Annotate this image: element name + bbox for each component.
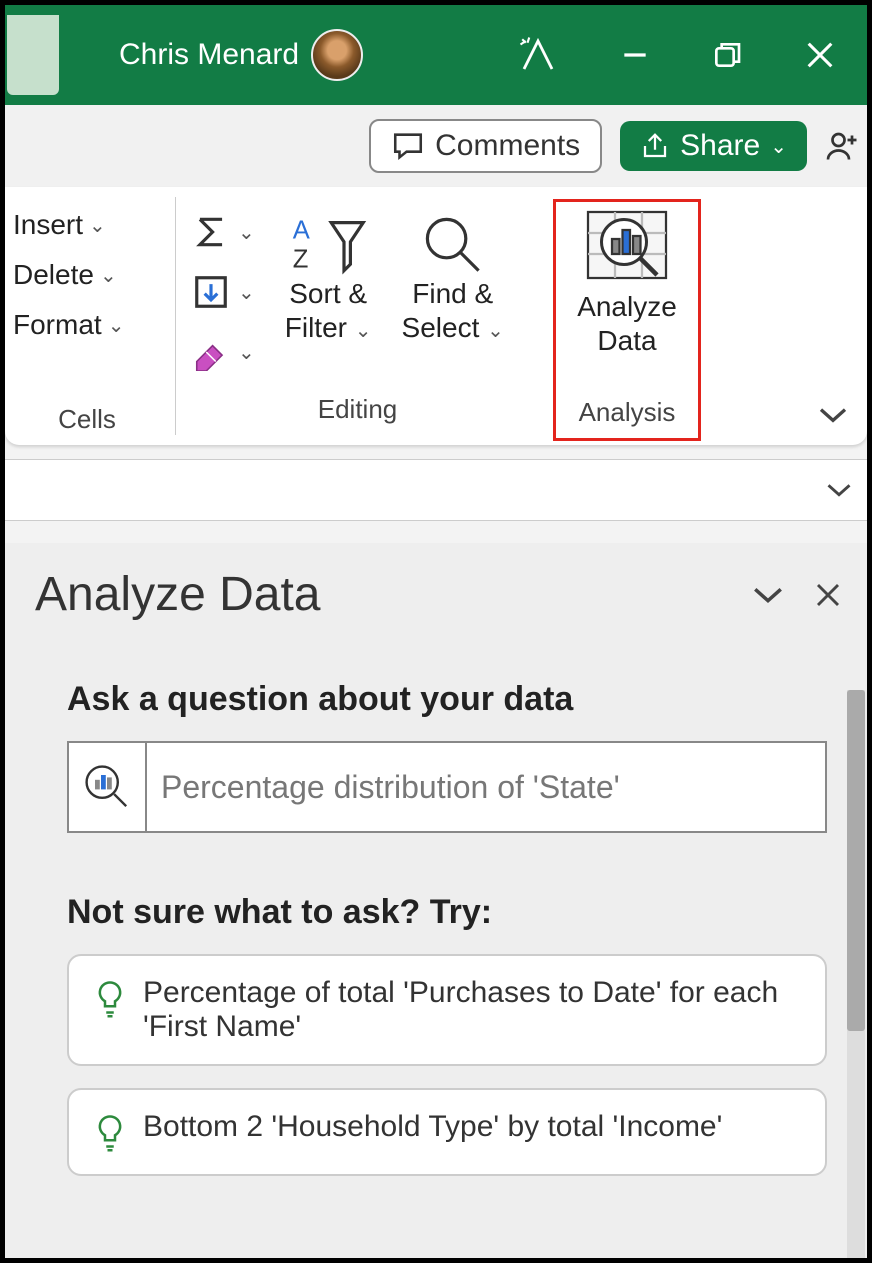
analyze-data-button[interactable]: Analyze Data	[577, 206, 677, 357]
comments-label: Comments	[435, 129, 580, 163]
chevron-down-icon: ⌄	[770, 134, 787, 159]
person-add-icon[interactable]	[825, 128, 861, 164]
chevron-down-icon[interactable]	[825, 480, 853, 500]
ribbon-group-analysis: Analyze Data Analysis	[545, 187, 715, 445]
lightbulb-icon	[95, 980, 125, 1020]
ask-search-box[interactable]	[67, 741, 827, 833]
analyze-data-label: Analyze Data	[577, 290, 677, 357]
title-bar: Chris Menard	[5, 5, 867, 105]
scrollbar-thumb[interactable]	[847, 690, 865, 1031]
account-username: Chris Menard	[119, 38, 299, 72]
collab-bar: Comments Share ⌄	[5, 105, 867, 187]
chevron-down-icon: ⌄	[100, 263, 117, 288]
pane-title: Analyze Data	[35, 567, 751, 622]
format-label: Format	[13, 309, 102, 341]
chevron-down-icon: ⌄	[238, 340, 255, 365]
close-button[interactable]	[803, 38, 837, 72]
try-heading: Not sure what to ask? Try:	[67, 893, 827, 932]
suggestion-text: Bottom 2 'Household Type' by total 'Inco…	[143, 1110, 722, 1144]
sort-filter-button[interactable]: A Z Sort & Filter ⌄	[285, 213, 372, 371]
clear-dropdown[interactable]: ⌄	[192, 333, 255, 371]
ask-input[interactable]	[147, 743, 825, 831]
fill-dropdown[interactable]: ⌄	[192, 273, 255, 311]
insert-dropdown[interactable]: Insert ⌄	[13, 209, 161, 241]
chevron-down-icon: ⌄	[108, 313, 125, 338]
coming-soon-icon[interactable]	[517, 34, 559, 76]
chevron-down-icon: ⌄	[487, 320, 504, 342]
ribbon-group-editing: ⌄ ⌄ ⌄	[175, 197, 545, 435]
cells-group-label: Cells	[13, 404, 161, 441]
pane-collapse-button[interactable]	[751, 582, 785, 608]
delete-label: Delete	[13, 259, 94, 291]
ribbon-group-cells: Insert ⌄ Delete ⌄ Format ⌄ Cells	[5, 187, 175, 445]
account-avatar[interactable]	[311, 29, 363, 81]
scrollbar[interactable]	[847, 690, 865, 1258]
format-dropdown[interactable]: Format ⌄	[13, 309, 161, 341]
formula-bar[interactable]	[5, 459, 867, 521]
app-logo	[7, 15, 59, 95]
chevron-down-icon: ⌄	[355, 320, 372, 342]
editing-group-label: Editing	[184, 394, 531, 431]
suggestion-item[interactable]: Bottom 2 'Household Type' by total 'Inco…	[67, 1088, 827, 1176]
autosum-dropdown[interactable]: ⌄	[192, 213, 255, 251]
share-button[interactable]: Share ⌄	[620, 121, 807, 171]
chevron-down-icon: ⌄	[238, 280, 255, 305]
svg-text:A: A	[293, 217, 311, 245]
analysis-group-label: Analysis	[579, 397, 676, 434]
svg-text:Z: Z	[293, 245, 309, 273]
pane-close-button[interactable]	[813, 580, 843, 610]
chevron-down-icon: ⌄	[238, 220, 255, 245]
minimize-button[interactable]	[619, 39, 651, 71]
share-label: Share	[680, 129, 760, 163]
ribbon-collapse-button[interactable]	[817, 403, 849, 427]
find-select-label: Find & Select	[402, 278, 494, 343]
suggestion-item[interactable]: Percentage of total 'Purchases to Date' …	[67, 954, 827, 1066]
chevron-down-icon: ⌄	[89, 213, 106, 238]
analyze-data-pane: Analyze Data Ask a question about your d…	[5, 543, 867, 1258]
comments-button[interactable]: Comments	[369, 119, 602, 173]
insert-label: Insert	[13, 209, 83, 241]
chart-search-icon	[69, 743, 147, 831]
suggestion-text: Percentage of total 'Purchases to Date' …	[143, 976, 799, 1044]
restore-button[interactable]	[711, 39, 743, 71]
find-select-button[interactable]: Find & Select ⌄	[402, 213, 504, 371]
lightbulb-icon	[95, 1114, 125, 1154]
ask-heading: Ask a question about your data	[67, 680, 827, 719]
ribbon: Insert ⌄ Delete ⌄ Format ⌄ Cells	[5, 187, 867, 445]
delete-dropdown[interactable]: Delete ⌄	[13, 259, 161, 291]
